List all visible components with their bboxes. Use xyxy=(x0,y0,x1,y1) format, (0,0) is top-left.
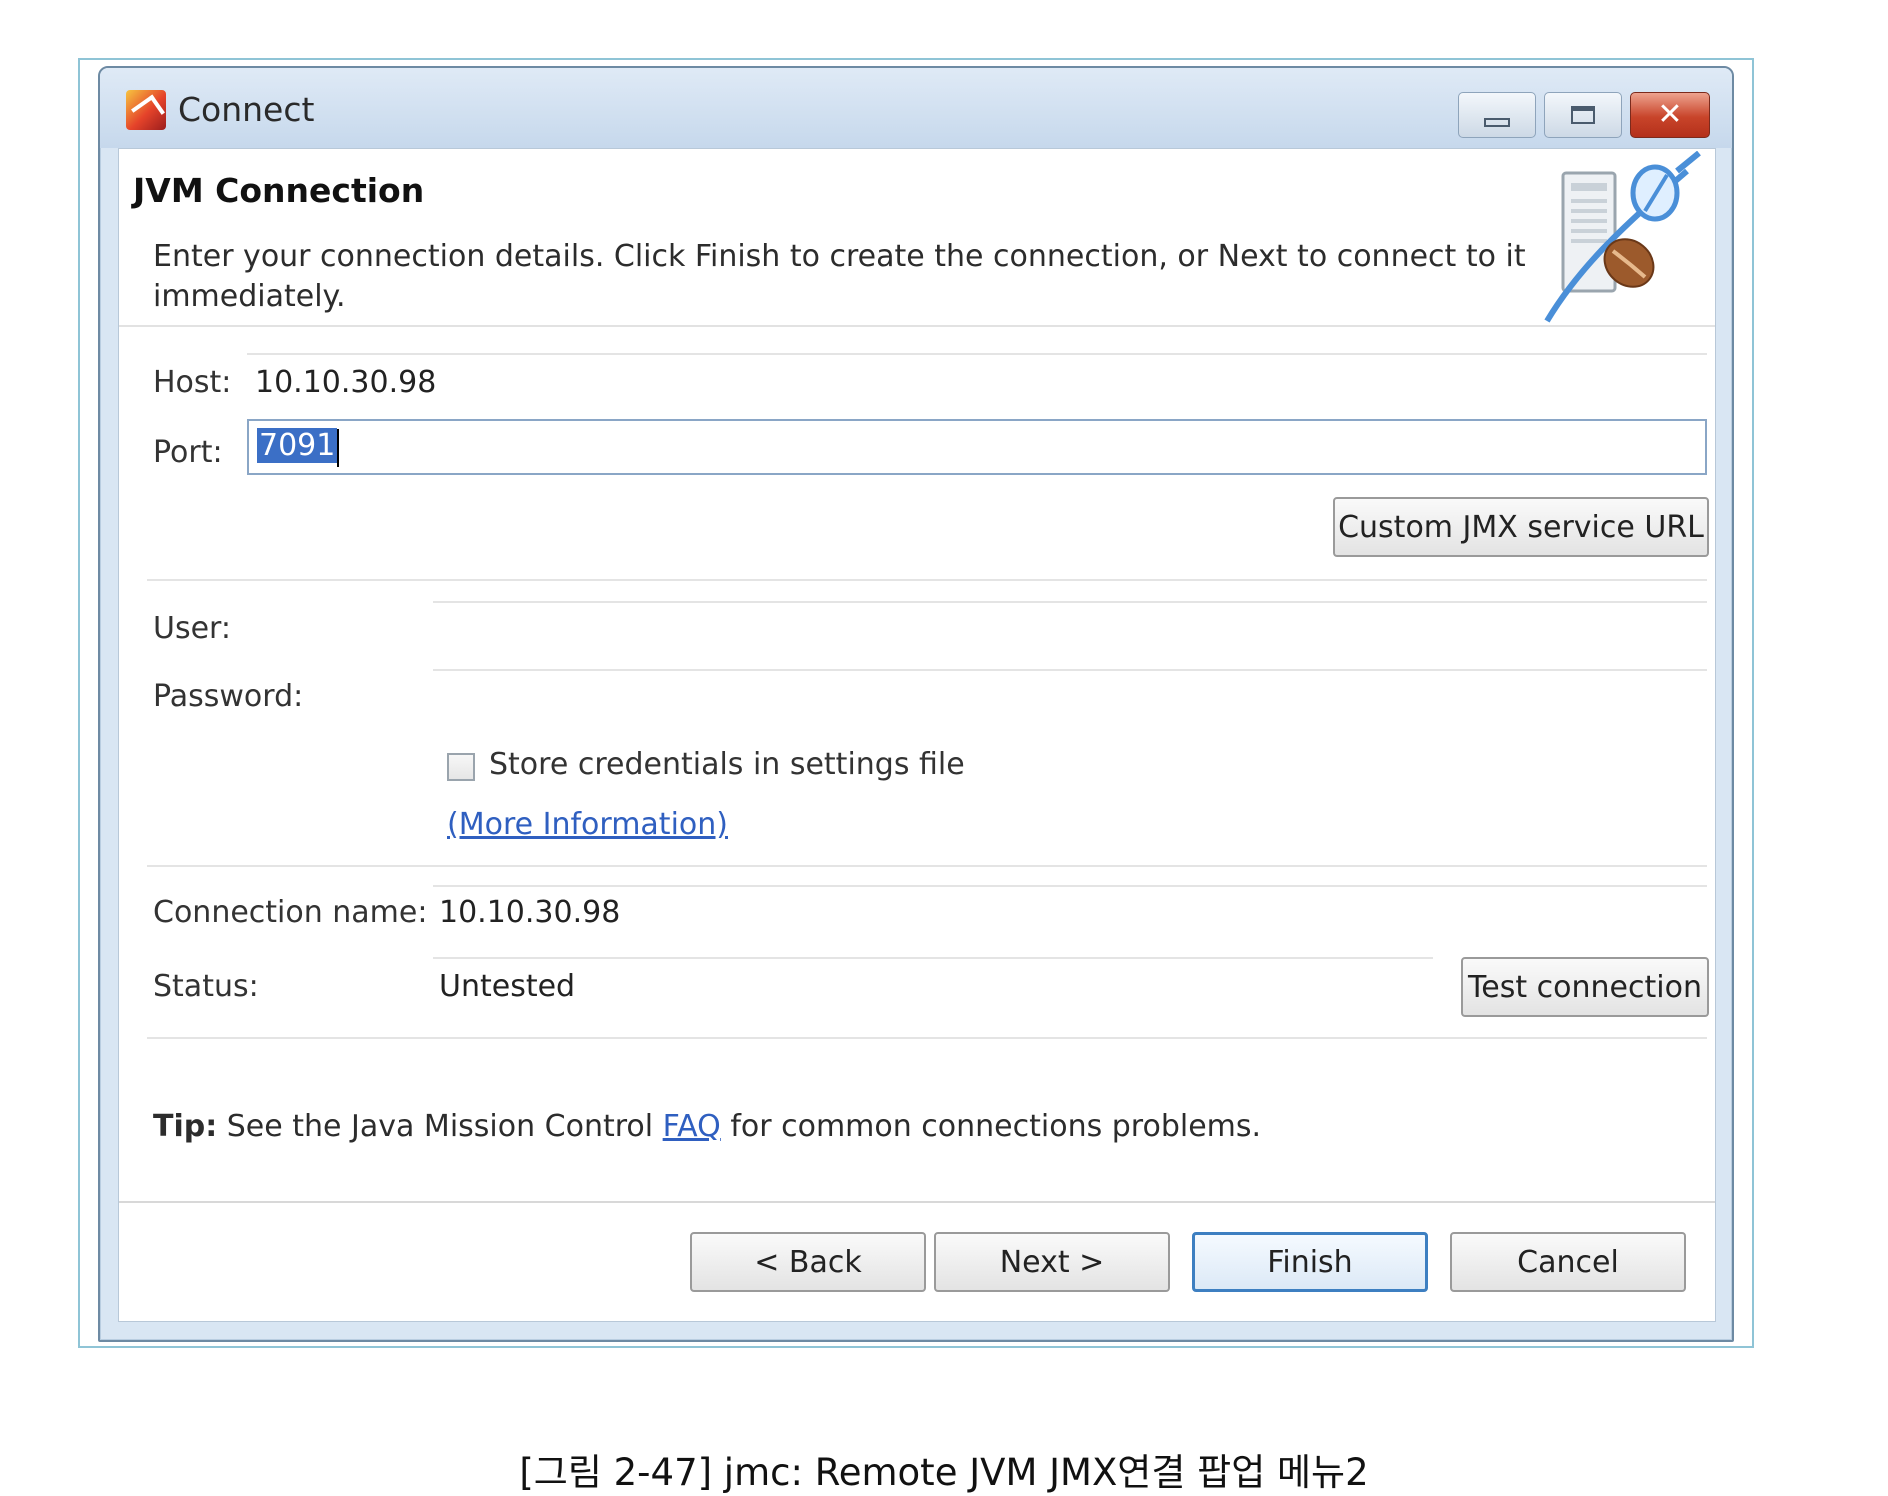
host-input[interactable]: 10.10.30.98 xyxy=(255,365,436,400)
port-input[interactable]: 7091 xyxy=(247,419,1707,475)
finish-button[interactable]: Finish xyxy=(1192,1232,1428,1292)
status-value: Untested xyxy=(439,969,576,1004)
user-label: User: xyxy=(153,611,231,646)
window-title: Connect xyxy=(178,90,315,129)
custom-jmx-url-button[interactable]: Custom JMX service URL xyxy=(1333,497,1709,557)
host-label: Host: xyxy=(153,365,232,400)
password-label: Password: xyxy=(153,679,304,714)
maximize-icon xyxy=(1571,106,1595,124)
separator xyxy=(147,865,1707,867)
mission-control-icon xyxy=(126,90,166,130)
connection-name-label: Connection name: xyxy=(153,895,428,930)
connection-name-input[interactable]: 10.10.30.98 xyxy=(439,895,620,930)
tip-text-before: See the Java Mission Control xyxy=(226,1109,654,1144)
more-information-link[interactable]: (More Information) xyxy=(447,807,728,842)
password-input[interactable] xyxy=(439,679,1699,723)
status-label: Status: xyxy=(153,969,259,1004)
close-icon: ✕ xyxy=(1657,97,1683,132)
user-field-top-border xyxy=(433,601,1707,603)
minimize-button[interactable] xyxy=(1458,92,1536,138)
faq-link[interactable]: FAQ xyxy=(663,1109,721,1144)
tip-line: Tip: See the Java Mission Control FAQ fo… xyxy=(153,1109,1261,1144)
wizard-header: JVM Connection Enter your connection det… xyxy=(119,149,1715,327)
store-credentials-label[interactable]: Store credentials in settings file xyxy=(489,747,965,782)
back-button[interactable]: < Back xyxy=(690,1232,926,1292)
store-credentials-checkbox[interactable] xyxy=(447,753,475,781)
maximize-button[interactable] xyxy=(1544,92,1622,138)
page-title: JVM Connection xyxy=(133,171,425,210)
password-field-top-border xyxy=(433,669,1707,671)
minimize-icon xyxy=(1484,117,1510,127)
title-bar[interactable]: Connect ✕ xyxy=(100,68,1732,148)
text-cursor xyxy=(337,429,339,467)
user-input[interactable] xyxy=(439,611,1699,655)
tip-prefix: Tip: xyxy=(153,1109,218,1144)
footer-separator xyxy=(119,1201,1715,1203)
connect-dialog: Connect ✕ JVM Connection Enter your conn… xyxy=(98,66,1734,1342)
cancel-button[interactable]: Cancel xyxy=(1450,1232,1686,1292)
dialog-content: JVM Connection Enter your connection det… xyxy=(118,148,1716,1322)
close-button[interactable]: ✕ xyxy=(1630,92,1710,138)
jvm-connection-banner-icon xyxy=(1544,151,1701,323)
host-field-top-border xyxy=(247,353,1707,355)
port-value-selected: 7091 xyxy=(257,428,338,463)
tip-text-after: for common connections problems. xyxy=(730,1109,1262,1144)
next-button[interactable]: Next > xyxy=(934,1232,1170,1292)
page-description: Enter your connection details. Click Fin… xyxy=(153,239,1526,314)
test-connection-button[interactable]: Test connection xyxy=(1461,957,1709,1017)
connection-name-top-border xyxy=(433,885,1707,887)
separator xyxy=(147,579,1707,581)
separator xyxy=(147,1037,1707,1039)
status-top-border xyxy=(433,957,1433,959)
port-label: Port: xyxy=(153,435,223,470)
